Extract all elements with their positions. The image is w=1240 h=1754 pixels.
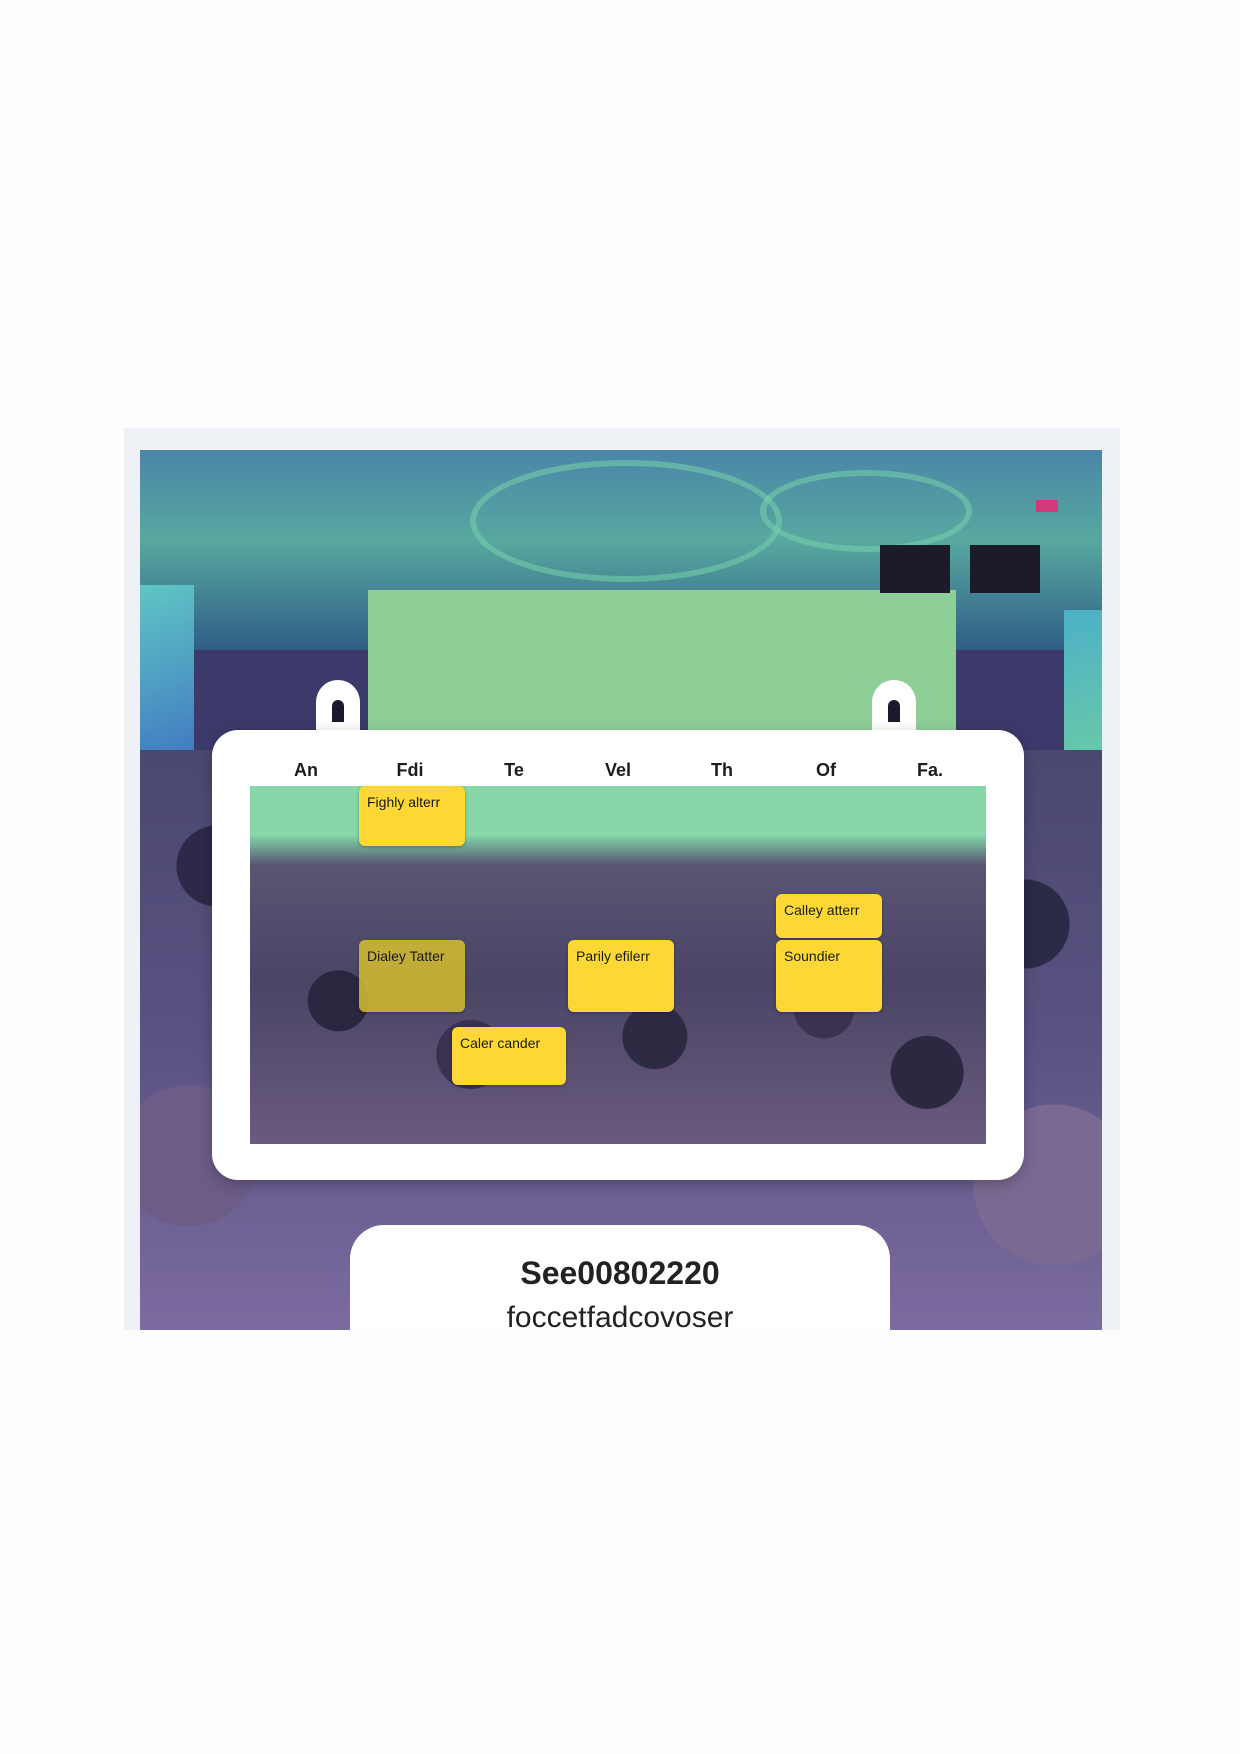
day-label: Of [816, 760, 836, 780]
day-label: Te [504, 760, 524, 780]
page-margin-bottom [0, 1330, 1240, 1754]
day-label: Fdi [396, 760, 424, 780]
event-card[interactable]: Soundier [776, 940, 882, 1012]
event-card[interactable]: Parily efilerr [568, 940, 674, 1012]
ceiling-ring [760, 470, 972, 552]
day-label: Th [711, 760, 733, 780]
exit-sign [1036, 500, 1058, 512]
speaker-box [970, 545, 1040, 593]
event-card[interactable]: Dialey Tatter [359, 940, 465, 1012]
event-card[interactable]: Fighly alterr [359, 786, 465, 846]
speaker-box [880, 545, 950, 593]
day-label: Vel [604, 760, 632, 780]
day-label: An [294, 760, 318, 780]
ceiling-ring [470, 460, 782, 582]
event-card[interactable]: Calley atterr [776, 894, 882, 938]
info-title: See00802220 [520, 1255, 720, 1291]
event-card[interactable]: Caler cander [452, 1027, 566, 1085]
calendar-board: An Fdi Te Vel Th Of Fa. Fighly alterr Ca… [212, 730, 1024, 1180]
day-label: Fa. [916, 760, 943, 780]
